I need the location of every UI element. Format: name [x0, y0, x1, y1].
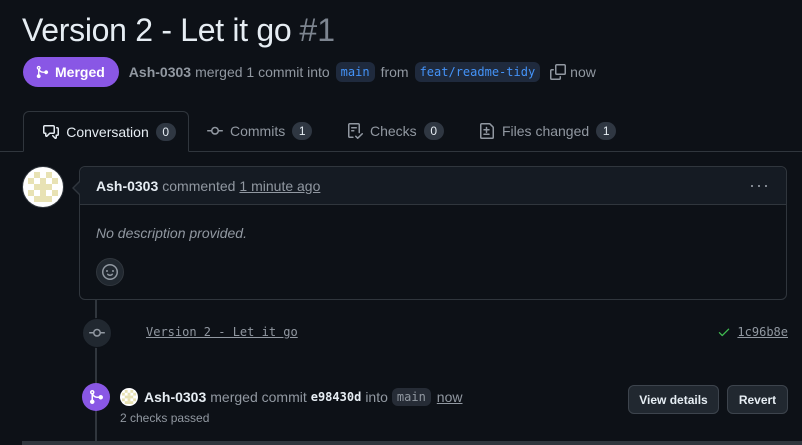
merge-action: merged commit	[210, 389, 307, 405]
tab-checks-label: Checks	[370, 123, 417, 139]
comment-body: No description provided.	[96, 225, 247, 241]
head-branch-label[interactable]: feat/readme-tidy	[414, 62, 541, 82]
tab-conversation[interactable]: Conversation 0	[23, 111, 189, 152]
merge-time[interactable]: now	[437, 389, 463, 405]
comment-author[interactable]: Ash-0303	[96, 178, 158, 194]
tab-files-changed-label: Files changed	[502, 123, 590, 139]
pr-time: now	[570, 64, 596, 80]
git-commit-icon	[207, 123, 223, 139]
view-details-button[interactable]: View details	[628, 385, 719, 414]
bottom-divider	[22, 441, 802, 445]
comment-header: Ash-0303 commented 1 minute ago ···	[80, 167, 786, 205]
tab-checks-count: 0	[423, 122, 444, 140]
comment-pointer-inner	[74, 181, 81, 195]
base-branch-label[interactable]: main	[335, 62, 375, 82]
commit-node	[82, 318, 112, 348]
merge-branch-label[interactable]: main	[391, 388, 431, 406]
merge-node	[82, 383, 110, 411]
kebab-menu-icon[interactable]: ···	[749, 175, 770, 196]
identicon-icon	[28, 172, 58, 202]
tab-checks[interactable]: Checks 0	[347, 111, 444, 151]
comment-action: commented	[162, 177, 236, 194]
merged-status-label: Merged	[55, 64, 105, 80]
pr-merged-text: merged 1 commit into	[195, 64, 330, 80]
git-commit-icon	[89, 325, 105, 341]
tab-files-changed[interactable]: Files changed 1	[479, 111, 617, 151]
comment-time[interactable]: 1 minute ago	[239, 178, 320, 194]
tab-conversation-count: 0	[155, 122, 176, 141]
merge-author[interactable]: Ash-0303	[144, 389, 206, 405]
commit-message-link[interactable]: Version 2 - Let it go	[146, 325, 298, 339]
tab-conversation-label: Conversation	[66, 123, 149, 140]
file-diff-icon	[479, 123, 495, 139]
tab-files-changed-count: 1	[596, 122, 617, 140]
tab-commits-label: Commits	[230, 123, 286, 139]
pr-meta-row: Merged Ash-0303 merged 1 commit into mai…	[23, 57, 596, 87]
pr-title: Version 2 - Let it go	[22, 12, 292, 48]
check-icon[interactable]	[717, 325, 731, 339]
comment-box: Ash-0303 commented 1 minute ago ··· No d…	[79, 166, 787, 300]
merge-event-line: Ash-0303 merged commit e98430d into main…	[120, 388, 462, 406]
tab-commits[interactable]: Commits 1	[207, 111, 313, 151]
git-merge-icon	[35, 65, 49, 79]
checks-status[interactable]: 2 checks passed	[120, 411, 209, 425]
merge-commit-sha[interactable]: e98430d	[311, 390, 362, 404]
identicon-icon	[122, 390, 136, 404]
pr-from-text: from	[380, 64, 409, 80]
merge-into-text: into	[365, 389, 388, 405]
revert-button[interactable]: Revert	[727, 385, 788, 414]
avatar[interactable]	[120, 388, 138, 406]
add-reaction-button[interactable]	[96, 258, 124, 286]
smiley-icon	[102, 264, 118, 280]
tab-commits-count: 1	[292, 122, 313, 140]
checklist-icon	[347, 123, 363, 139]
pr-title-row: Version 2 - Let it go #1	[22, 12, 335, 49]
commit-sha-link[interactable]: 1c96b8e	[737, 325, 788, 339]
comment-discussion-icon	[43, 124, 60, 140]
git-merge-icon	[88, 389, 104, 405]
merged-status-badge: Merged	[23, 57, 119, 87]
pr-number: #1	[299, 12, 336, 48]
pr-author-link[interactable]: Ash-0303	[129, 64, 191, 80]
pr-tabs: Conversation 0 Commits 1 Checks 0 Files …	[0, 111, 802, 152]
commit-sha-row: 1c96b8e	[717, 325, 788, 339]
copy-icon[interactable]	[550, 64, 567, 80]
avatar[interactable]	[22, 166, 64, 208]
